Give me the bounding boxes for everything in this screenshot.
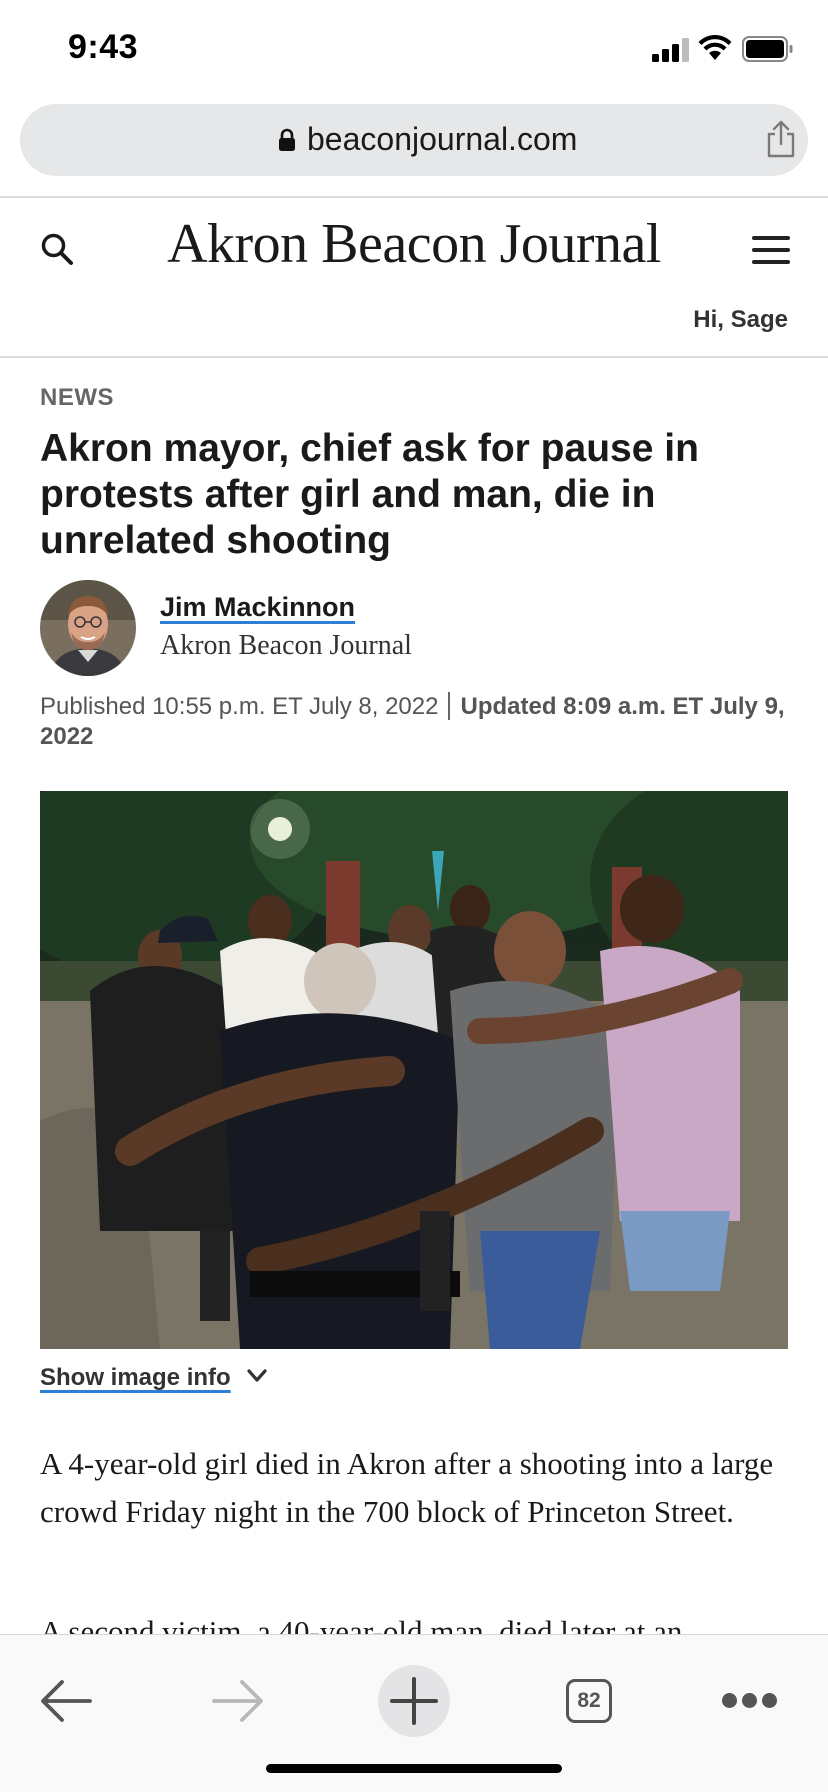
divider (0, 196, 828, 198)
divider (0, 356, 828, 358)
published-date: Published 10:55 p.m. ET July 8, 2022 (40, 693, 439, 720)
status-bar: 9:43 (0, 0, 828, 96)
dateline: Published 10:55 p.m. ET July 8, 2022 Upda… (40, 692, 788, 752)
plus-icon (390, 1677, 438, 1725)
article-paragraph: A second victim, a 40-year-old man, died… (40, 1614, 683, 1634)
author-outlet: Akron Beacon Journal (160, 630, 412, 661)
address-bar[interactable]: beaconjournal.com (20, 104, 808, 176)
section-label[interactable]: NEWS (40, 384, 114, 412)
forward-arrow-icon[interactable] (212, 1679, 264, 1723)
account-greeting[interactable]: Hi, Sage (693, 306, 788, 334)
site-logo[interactable]: Akron Beacon Journal (0, 212, 828, 276)
battery-icon (742, 36, 793, 62)
url-text[interactable]: beaconjournal.com (307, 121, 577, 158)
article-hero-photo[interactable] (40, 791, 788, 1349)
tabs-icon[interactable]: 82 (566, 1679, 612, 1723)
home-indicator (266, 1764, 562, 1773)
new-tab-button[interactable] (378, 1665, 450, 1737)
wifi-icon (698, 35, 732, 60)
status-time: 9:43 (68, 28, 139, 66)
author-avatar[interactable] (40, 580, 136, 676)
author-name-link[interactable]: Jim Mackinnon (160, 592, 355, 623)
share-icon[interactable] (766, 120, 796, 158)
more-icon[interactable] (722, 1693, 778, 1709)
signal-icon (652, 38, 690, 62)
back-arrow-icon[interactable] (40, 1679, 92, 1723)
show-image-info-toggle[interactable]: Show image info (40, 1364, 267, 1392)
menu-icon[interactable] (752, 236, 790, 264)
dateline-separator (448, 692, 451, 720)
lock-icon (279, 128, 295, 151)
article-paragraph: A 4-year-old girl died in Akron after a … (40, 1446, 774, 1529)
chevron-down-icon[interactable] (247, 1369, 267, 1383)
article-headline: Akron mayor, chief ask for pause in prot… (40, 427, 699, 562)
show-image-info-label[interactable]: Show image info (40, 1364, 231, 1391)
